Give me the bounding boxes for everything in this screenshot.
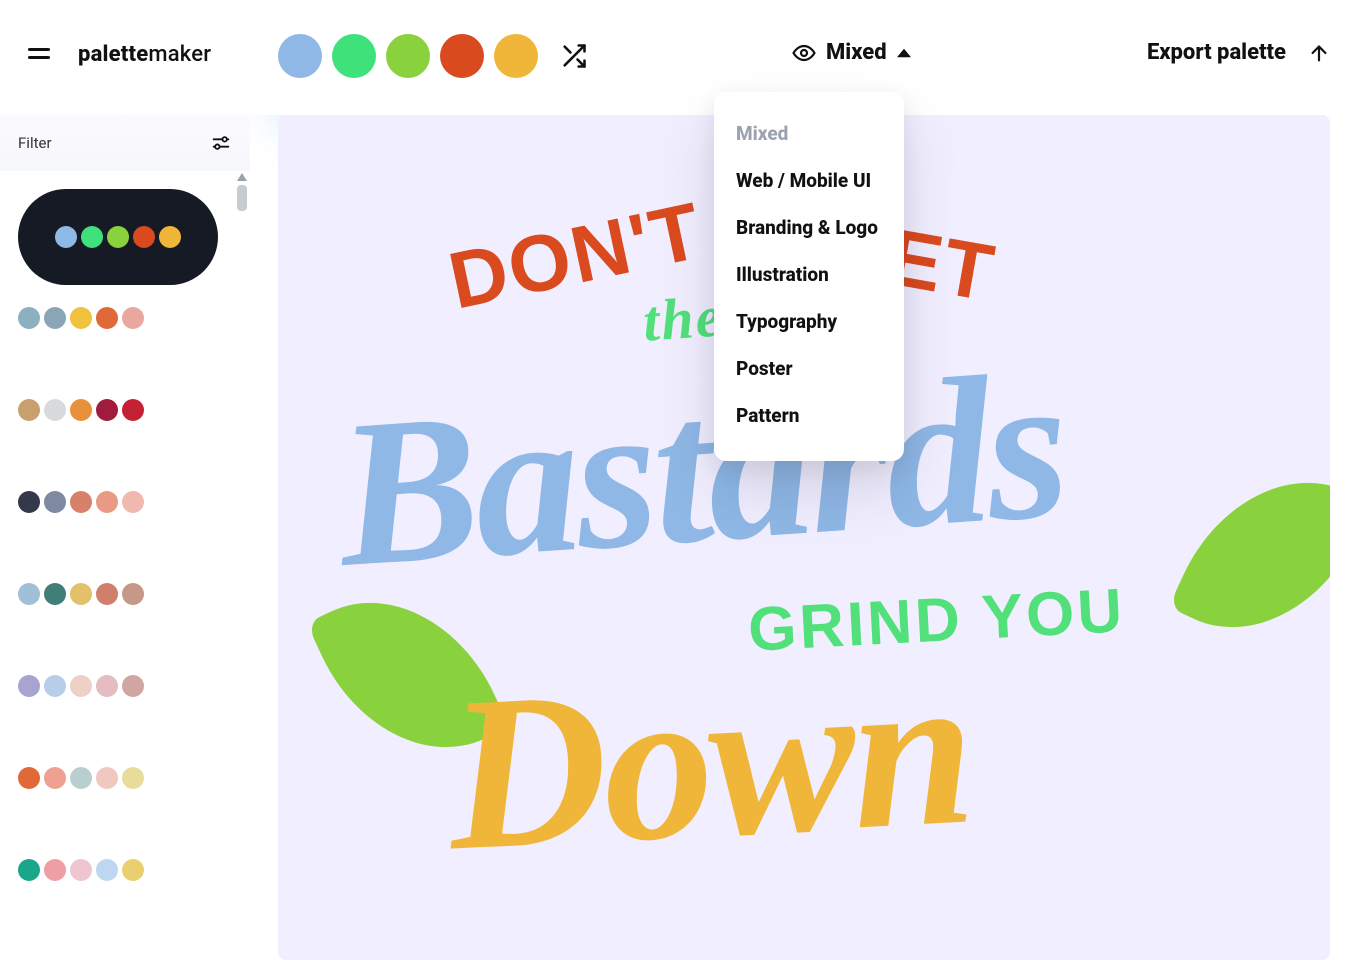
palette-item-dot bbox=[44, 767, 66, 789]
palette-item-dot bbox=[70, 307, 92, 329]
art-word-the: the bbox=[641, 282, 726, 354]
palette-dot-3[interactable] bbox=[440, 34, 484, 78]
export-button[interactable]: Export palette bbox=[1147, 40, 1286, 65]
palette-item-dot bbox=[18, 399, 40, 421]
dropdown-item-mixed[interactable]: Mixed bbox=[736, 110, 882, 157]
palette-dot-1[interactable] bbox=[332, 34, 376, 78]
palette-item-dot bbox=[70, 399, 92, 421]
app-header: palettemaker Mixed Export palette bbox=[0, 0, 1360, 115]
logo-suffix: maker bbox=[148, 42, 211, 67]
preview-dropdown-menu: MixedWeb / Mobile UIBranding & LogoIllus… bbox=[714, 92, 904, 461]
palette-item-dot bbox=[44, 307, 66, 329]
palette-item-dot bbox=[70, 491, 92, 513]
palette-item-dot bbox=[44, 491, 66, 513]
palette-item-0[interactable] bbox=[18, 189, 218, 285]
palette-list bbox=[0, 171, 250, 960]
scrollbar[interactable] bbox=[236, 173, 248, 211]
palette-dot-0[interactable] bbox=[278, 34, 322, 78]
palette-item-dot bbox=[44, 399, 66, 421]
current-palette bbox=[278, 34, 588, 78]
dropdown-item-typography[interactable]: Typography bbox=[736, 298, 882, 345]
palette-item-dot bbox=[55, 226, 77, 248]
palette-item-dot bbox=[122, 767, 144, 789]
palette-item-3[interactable] bbox=[18, 491, 250, 513]
palette-item-dot bbox=[122, 675, 144, 697]
palette-item-7[interactable] bbox=[18, 859, 250, 881]
palette-item-dot bbox=[107, 226, 129, 248]
shuffle-icon[interactable] bbox=[560, 42, 588, 70]
palette-dot-2[interactable] bbox=[386, 34, 430, 78]
eye-icon bbox=[792, 41, 816, 65]
palette-item-dot bbox=[44, 675, 66, 697]
preview-label: Mixed bbox=[826, 40, 887, 65]
palette-item-1[interactable] bbox=[18, 307, 250, 329]
palette-item-dot bbox=[70, 859, 92, 881]
palette-item-dot bbox=[122, 399, 144, 421]
palette-item-4[interactable] bbox=[18, 583, 250, 605]
dropdown-item-illustration[interactable]: Illustration bbox=[736, 251, 882, 298]
dropdown-item-branding-logo[interactable]: Branding & Logo bbox=[736, 204, 882, 251]
sliders-icon[interactable] bbox=[210, 132, 232, 154]
palette-item-dot bbox=[122, 859, 144, 881]
palette-item-dot bbox=[18, 583, 40, 605]
palette-item-dot bbox=[44, 583, 66, 605]
scroll-up-icon[interactable] bbox=[237, 173, 247, 181]
palette-item-dot bbox=[70, 767, 92, 789]
menu-icon[interactable] bbox=[28, 48, 50, 64]
palette-item-dot bbox=[44, 859, 66, 881]
palette-item-dot bbox=[70, 583, 92, 605]
art-word-bastards: Bastards bbox=[330, 325, 1072, 616]
palette-item-dot bbox=[122, 491, 144, 513]
palette-item-dot bbox=[96, 859, 118, 881]
palette-item-dot bbox=[96, 491, 118, 513]
dropdown-item-web-mobile-ui[interactable]: Web / Mobile UI bbox=[736, 157, 882, 204]
palette-item-dot bbox=[18, 767, 40, 789]
leaf-decoration bbox=[1169, 444, 1330, 666]
upload-icon[interactable] bbox=[1308, 42, 1330, 64]
filter-row: Filter bbox=[0, 115, 250, 171]
palette-item-dot bbox=[96, 583, 118, 605]
palette-item-dot bbox=[18, 491, 40, 513]
dropdown-item-pattern[interactable]: Pattern bbox=[736, 392, 882, 439]
sidebar: Filter bbox=[0, 115, 250, 960]
scroll-thumb[interactable] bbox=[237, 185, 247, 211]
filter-label: Filter bbox=[18, 134, 52, 152]
palette-item-dot bbox=[18, 307, 40, 329]
palette-dot-4[interactable] bbox=[494, 34, 538, 78]
preview-dropdown-trigger[interactable]: Mixed bbox=[792, 40, 911, 65]
caret-up-icon bbox=[897, 46, 911, 60]
palette-item-5[interactable] bbox=[18, 675, 250, 697]
palette-item-dot bbox=[122, 307, 144, 329]
palette-item-2[interactable] bbox=[18, 399, 250, 421]
palette-item-dot bbox=[122, 583, 144, 605]
palette-item-dot bbox=[96, 767, 118, 789]
palette-item-dot bbox=[96, 307, 118, 329]
palette-item-dot bbox=[70, 675, 92, 697]
logo-prefix: palette bbox=[78, 42, 148, 67]
art-word-down: Down bbox=[442, 622, 976, 902]
palette-item-6[interactable] bbox=[18, 767, 250, 789]
palette-item-dot bbox=[81, 226, 103, 248]
dropdown-item-poster[interactable]: Poster bbox=[736, 345, 882, 392]
palette-item-dot bbox=[18, 859, 40, 881]
palette-item-dot bbox=[96, 399, 118, 421]
app-logo[interactable]: palettemaker bbox=[78, 42, 211, 67]
palette-item-dot bbox=[18, 675, 40, 697]
palette-item-dot bbox=[96, 675, 118, 697]
palette-item-dot bbox=[159, 226, 181, 248]
palette-item-dot bbox=[133, 226, 155, 248]
